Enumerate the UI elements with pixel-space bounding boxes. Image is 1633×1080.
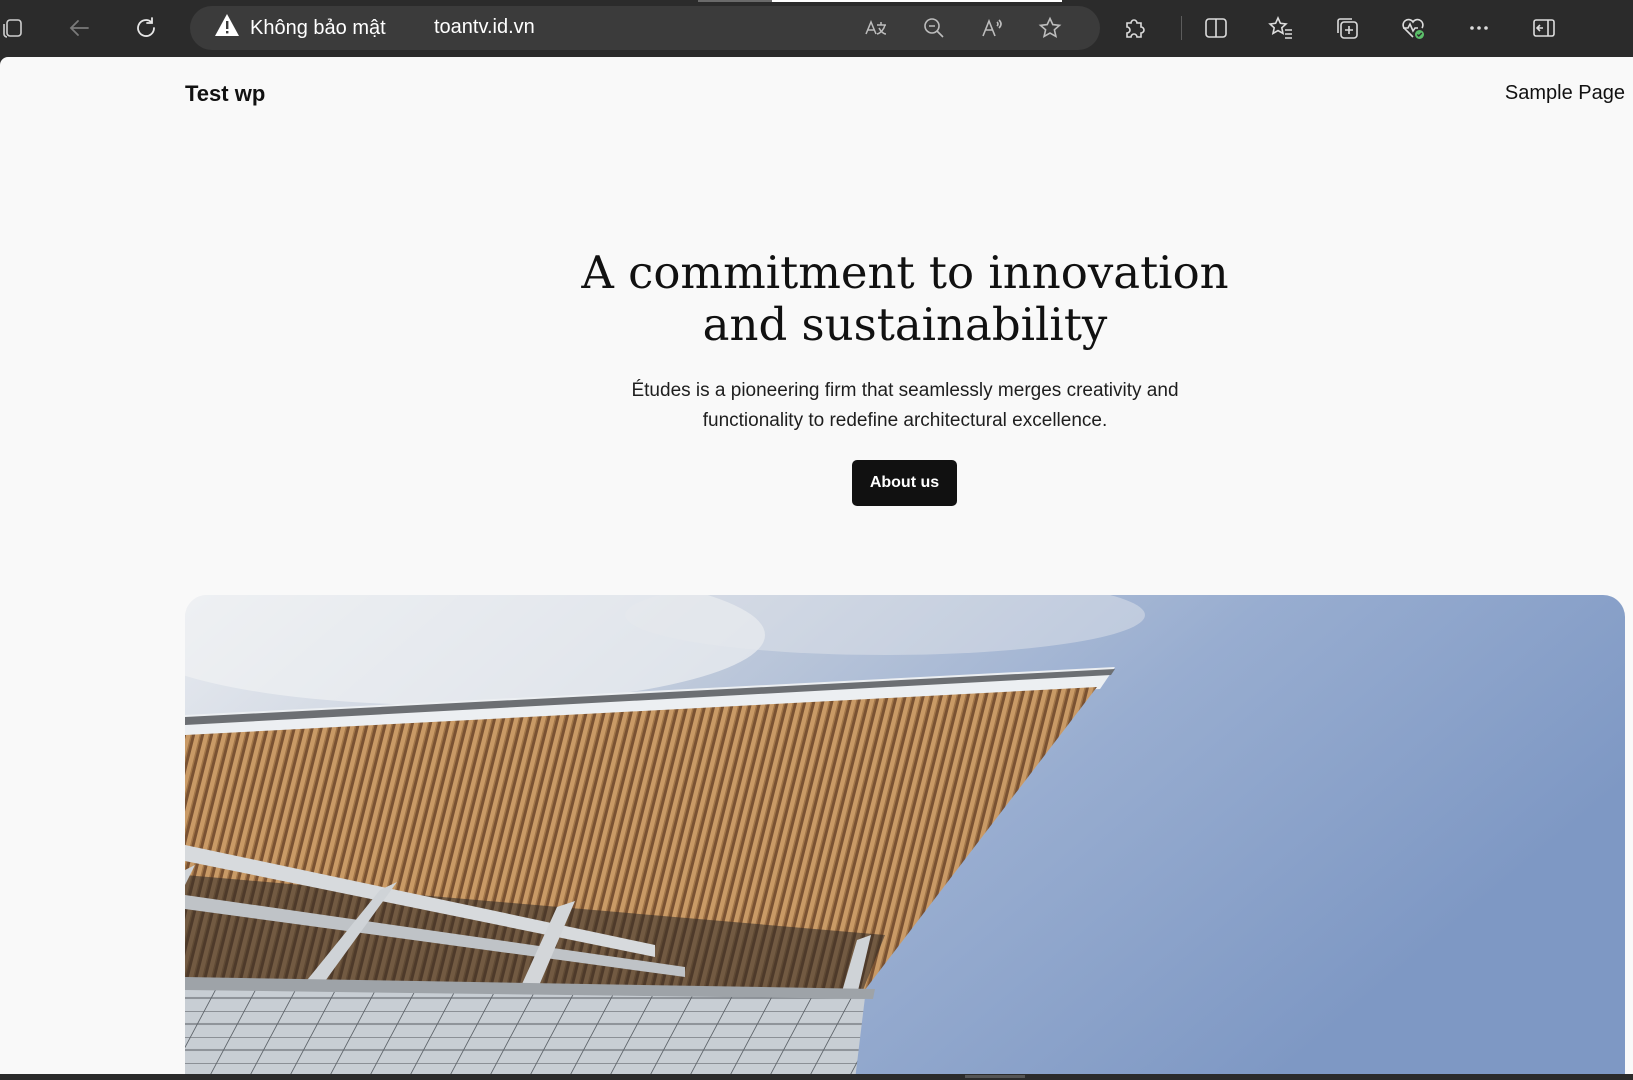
- hero-heading: A commitment to innovation and sustainab…: [400, 247, 1410, 351]
- toolbar-separator: [1181, 16, 1182, 40]
- browser-bottom-bar: [0, 1074, 1633, 1080]
- zoom-out-icon[interactable]: [920, 14, 948, 42]
- hero-building-image: [185, 595, 1625, 1074]
- hero-heading-line-1: A commitment to innovation: [581, 246, 1229, 299]
- hero-description: Études is a pioneering firm that seamles…: [580, 376, 1230, 436]
- address-bar[interactable]: Không bảo mật toantv.id.vn: [190, 6, 1100, 50]
- collections-icon[interactable]: [1329, 10, 1365, 46]
- workspaces-icon[interactable]: [0, 10, 32, 46]
- tab-indicator: [698, 0, 772, 2]
- more-icon[interactable]: [1461, 10, 1497, 46]
- nav-sample-page[interactable]: Sample Page: [1505, 82, 1625, 105]
- url-text[interactable]: toantv.id.vn: [434, 16, 535, 39]
- star-icon[interactable]: [1036, 14, 1064, 42]
- about-us-button[interactable]: About us: [852, 460, 957, 506]
- site-title[interactable]: Test wp: [185, 81, 265, 107]
- refresh-icon[interactable]: [128, 10, 164, 46]
- hero-heading-line-2: and sustainability: [702, 298, 1108, 351]
- browser-toolbar: Không bảo mật toantv.id.vn: [0, 0, 1633, 57]
- active-tab-indicator[interactable]: [772, 0, 1062, 2]
- sidebar-toggle-icon[interactable]: [1526, 10, 1562, 46]
- browser-essentials-icon[interactable]: [1395, 10, 1431, 46]
- back-arrow-icon[interactable]: [62, 10, 98, 46]
- puzzle-icon[interactable]: [1116, 10, 1152, 46]
- security-indicator[interactable]: Không bảo mật: [214, 13, 386, 43]
- hero-description-line-2: functionality to redefine architectural …: [702, 410, 1108, 431]
- hero-description-line-1: Études is a pioneering firm that seamles…: [631, 380, 1179, 401]
- security-label: Không bảo mật: [250, 16, 386, 39]
- favorites-icon[interactable]: [1263, 10, 1299, 46]
- split-screen-icon[interactable]: [1198, 10, 1234, 46]
- warning-triangle-icon: [214, 13, 240, 43]
- translate-icon[interactable]: [862, 14, 890, 42]
- page-viewport: Test wp Sample Page A commitment to inno…: [0, 57, 1633, 1074]
- read-aloud-icon[interactable]: [978, 14, 1006, 42]
- scroll-thumb[interactable]: [965, 1075, 1025, 1078]
